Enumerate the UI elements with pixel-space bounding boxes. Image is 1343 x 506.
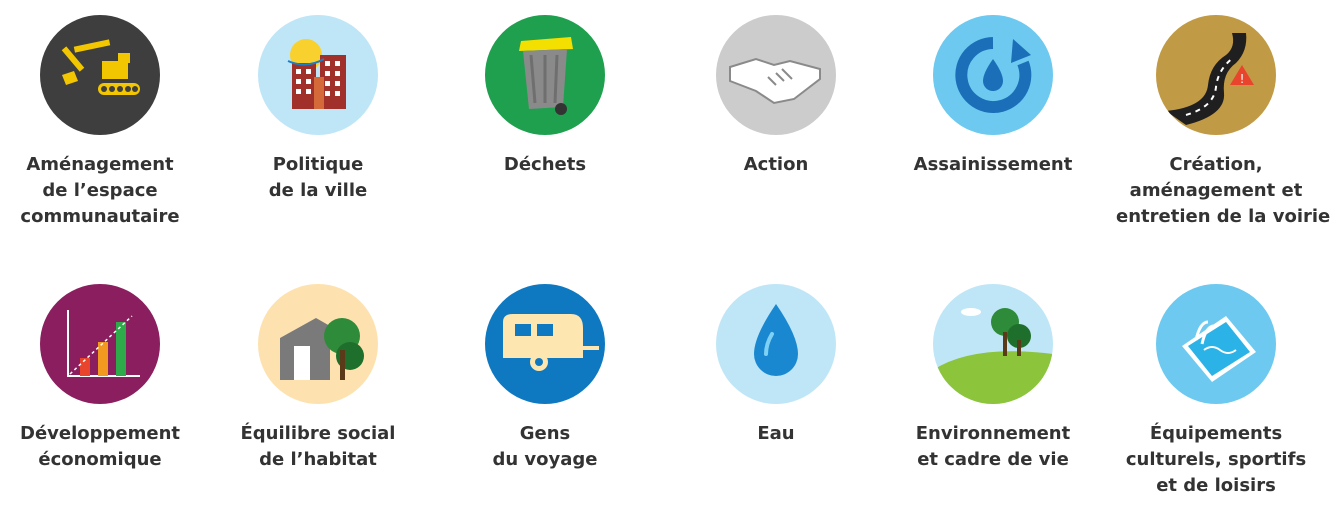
label-line: Aménagement	[26, 154, 174, 175]
icon-circle	[933, 284, 1053, 404]
icon-circle	[933, 15, 1053, 135]
label-line: entretien de la voirie	[1116, 206, 1331, 227]
tile-equipements: Équipements culturels, sportifs et de lo…	[1116, 284, 1316, 499]
water-drop-icon	[754, 304, 798, 376]
tile-label: Environnement et cadre de vie	[893, 421, 1093, 473]
handshake-icon	[729, 57, 821, 105]
tile-environnement: Environnement et cadre de vie	[893, 284, 1093, 473]
icon-circle	[485, 284, 605, 404]
label-line: Équilibre social	[240, 423, 396, 444]
tile-label: Assainissement	[893, 152, 1093, 178]
icon-circle	[1156, 284, 1276, 404]
label-line: aménagement et	[1129, 180, 1303, 201]
road-icon: !	[1166, 33, 1254, 125]
icon-circle	[40, 15, 160, 135]
house-tree-icon	[280, 318, 364, 380]
label-line: Création,	[1169, 154, 1263, 175]
tile-label: Action	[676, 152, 876, 178]
tile-label: Développement économique	[0, 421, 200, 473]
label-line: Eau	[757, 423, 795, 444]
icon-circle	[485, 15, 605, 135]
tile-dechets: Déchets	[445, 15, 645, 178]
label-line: et cadre de vie	[917, 449, 1069, 470]
icon-circle	[258, 284, 378, 404]
city-buildings-icon	[287, 39, 346, 109]
label-line: de la ville	[268, 180, 368, 201]
label-line: de l’habitat	[259, 449, 377, 470]
trash-bin-icon	[519, 37, 573, 115]
caravan-icon	[503, 314, 599, 371]
icon-circle: !	[1156, 15, 1276, 135]
water-cycle-icon	[955, 37, 1032, 113]
competences-grid: Aménagement de l’espace communautaire Po…	[0, 0, 1343, 506]
label-line: Gens	[519, 423, 571, 444]
tile-label: Gens du voyage	[445, 421, 645, 473]
tile-developpement: Développement économique	[0, 284, 200, 473]
icon-circle	[716, 15, 836, 135]
label-line: culturels, sportifs	[1125, 449, 1307, 470]
tile-label: Équipements culturels, sportifs et de lo…	[1116, 421, 1316, 499]
label-line: Déchets	[503, 154, 587, 175]
tile-politique-ville: Politique de la ville	[218, 15, 418, 204]
tile-label: Création, aménagement et entretien de la…	[1116, 152, 1331, 230]
excavator-icon	[61, 39, 140, 95]
tile-eau: Eau	[676, 284, 876, 447]
tile-amenagement: Aménagement de l’espace communautaire	[0, 15, 200, 230]
tile-label: Politique de la ville	[218, 152, 418, 204]
label-line: du voyage	[492, 449, 598, 470]
tile-label: Eau	[676, 421, 876, 447]
label-line: Équipements	[1149, 423, 1283, 444]
icon-circle	[716, 284, 836, 404]
label-line: Politique	[272, 154, 364, 175]
label-line: Action	[743, 154, 809, 175]
label-line: de l’espace	[42, 180, 158, 201]
label-line: communautaire	[20, 206, 180, 227]
tile-voirie: ! Création, aménagement et entretien de …	[1116, 15, 1331, 230]
tile-label: Aménagement de l’espace communautaire	[0, 152, 200, 230]
label-line: Assainissement	[913, 154, 1073, 175]
icon-circle	[40, 284, 160, 404]
tile-habitat: Équilibre social de l’habitat	[218, 284, 418, 473]
tile-assainissement: Assainissement	[893, 15, 1093, 178]
tile-label: Équilibre social de l’habitat	[218, 421, 418, 473]
icon-circle	[258, 15, 378, 135]
landscape-tree-icon	[933, 308, 1053, 404]
label-line: économique	[38, 449, 162, 470]
label-line: et de loisirs	[1156, 475, 1276, 496]
label-line: Environnement	[915, 423, 1071, 444]
tile-action: Action	[676, 15, 876, 178]
label-line: Développement	[20, 423, 180, 444]
bar-chart-icon	[67, 310, 140, 377]
svg-text:!: !	[1240, 72, 1245, 86]
tile-gens-voyage: Gens du voyage	[445, 284, 645, 473]
tile-label: Déchets	[445, 152, 645, 178]
swimming-pool-icon	[1182, 316, 1256, 382]
